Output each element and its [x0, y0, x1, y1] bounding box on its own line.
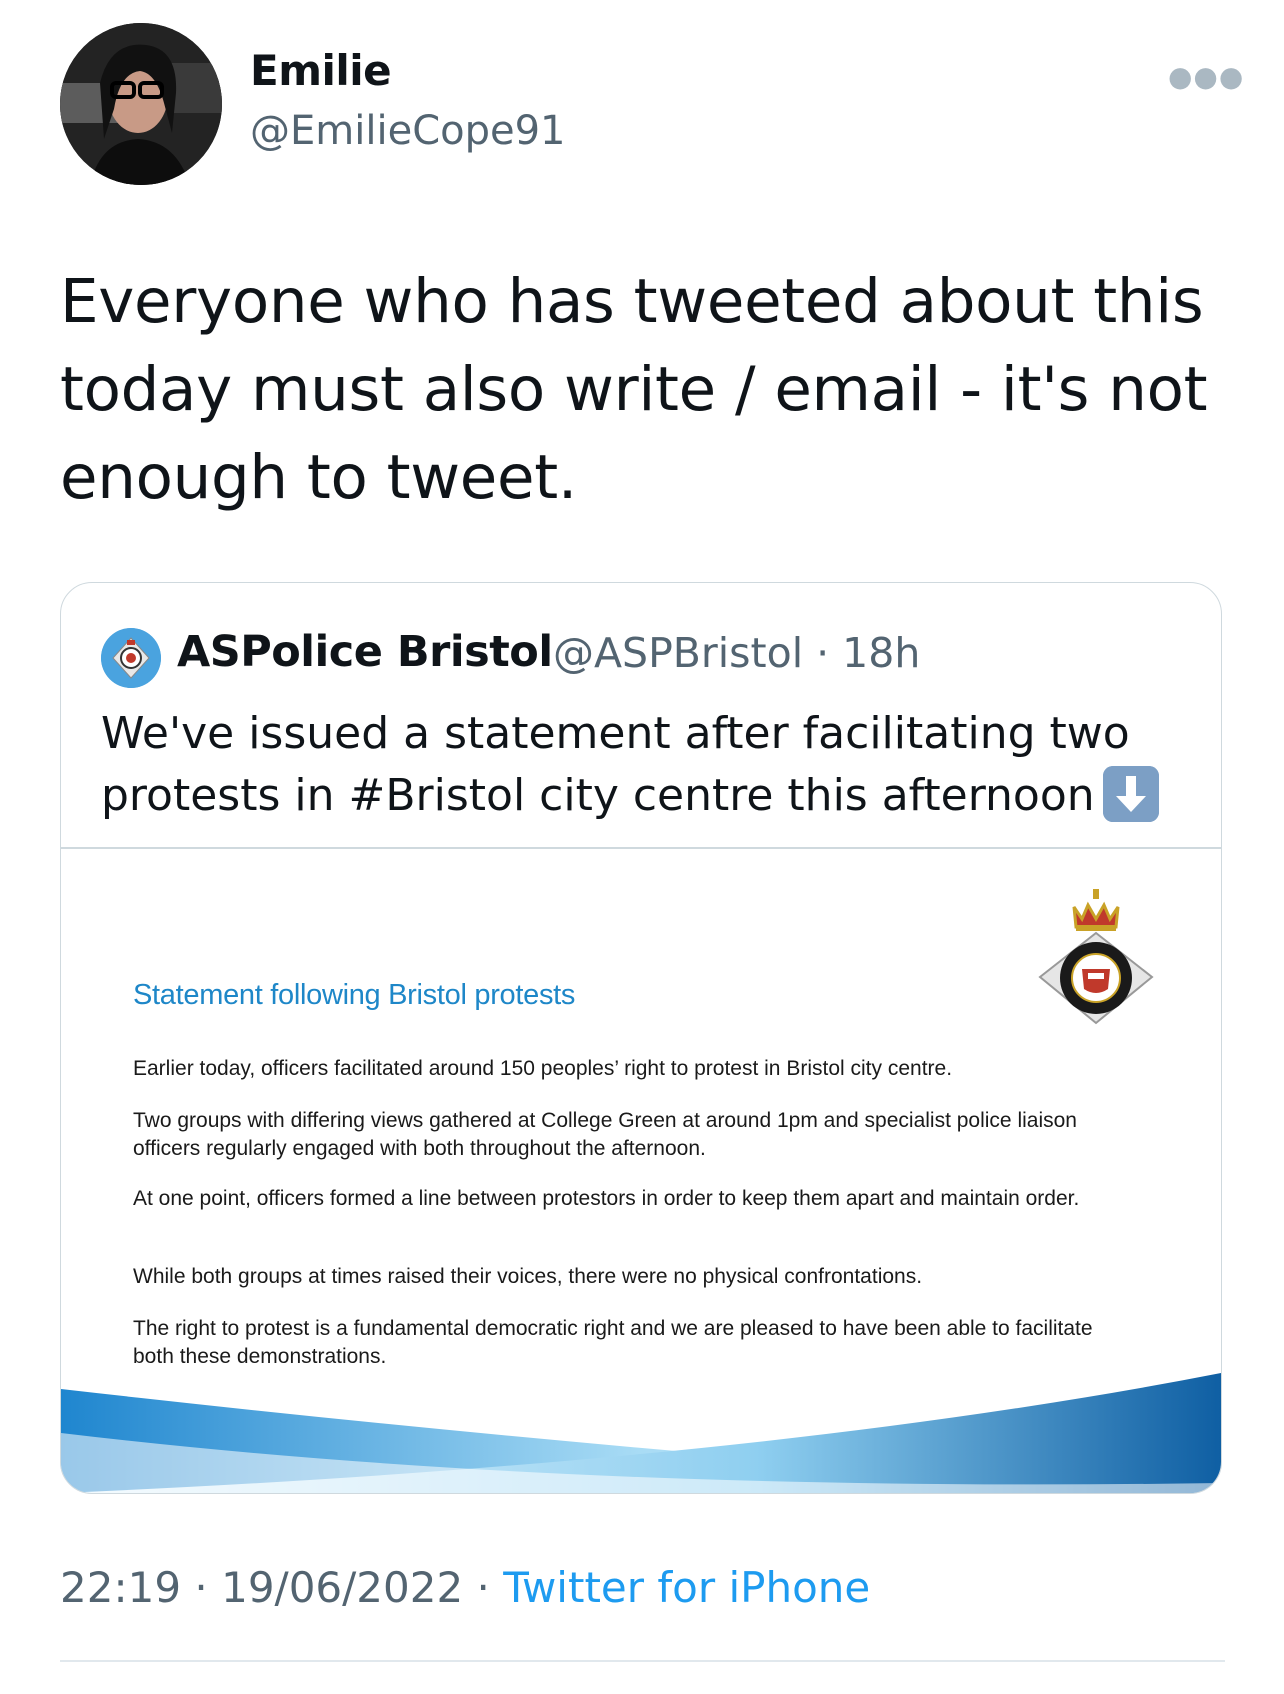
tweet-time[interactable]: 22:19 — [60, 1563, 181, 1612]
more-options-icon[interactable]: ●●● — [1168, 60, 1244, 93]
quoted-author-avatar[interactable] — [101, 628, 161, 688]
tweet-source-link[interactable]: Twitter for iPhone — [503, 1563, 870, 1612]
statement-footer-wave — [61, 1373, 1221, 1493]
author-display-name[interactable]: Emilie — [250, 46, 392, 95]
police-badge-icon — [101, 628, 161, 688]
quoted-tweet-text: We've issued a statement after facilitat… — [101, 703, 1201, 827]
statement-paragraph-5: The right to protest is a fundamental de… — [133, 1317, 1093, 1368]
meta-separator: · — [181, 1563, 222, 1612]
statement-paragraph-1: Earlier today, officers facilitated arou… — [133, 1057, 953, 1080]
meta-separator: · — [463, 1563, 504, 1612]
statement-paragraph-3: At one point, officers formed a line bet… — [133, 1187, 1080, 1210]
down-arrow-emoji-icon — [1102, 766, 1159, 822]
author-avatar[interactable] — [60, 23, 222, 185]
author-handle[interactable]: @EmilieCope91 — [250, 108, 566, 154]
quoted-tweet-card[interactable]: ASPolice Bristol @ASPBristol · 18h We've… — [60, 582, 1222, 1494]
avatar-photo — [60, 23, 222, 185]
statement-title: Statement following Bristol protests — [133, 979, 576, 1011]
quoted-tweet-text-content: We've issued a statement after facilitat… — [101, 708, 1130, 821]
statement-image[interactable]: Statement following Bristol protests Ear… — [61, 849, 1221, 1493]
quoted-author-name[interactable]: ASPolice Bristol — [177, 627, 553, 677]
statement-paragraph-2: Two groups with differing views gathered… — [133, 1109, 1077, 1160]
quoted-author-handle-time[interactable]: @ASPBristol · 18h — [553, 629, 920, 677]
tweet-text: Everyone who has tweeted about this toda… — [60, 266, 1208, 513]
statement-paragraph-4: While both groups at times raised their … — [133, 1265, 923, 1288]
bottom-divider — [60, 1660, 1225, 1662]
constabulary-crest-icon — [1036, 889, 1156, 1033]
tweet-meta: 22:19 · 19/06/2022 · Twitter for iPhone — [60, 1563, 870, 1612]
tweet-date[interactable]: 19/06/2022 — [221, 1563, 463, 1612]
